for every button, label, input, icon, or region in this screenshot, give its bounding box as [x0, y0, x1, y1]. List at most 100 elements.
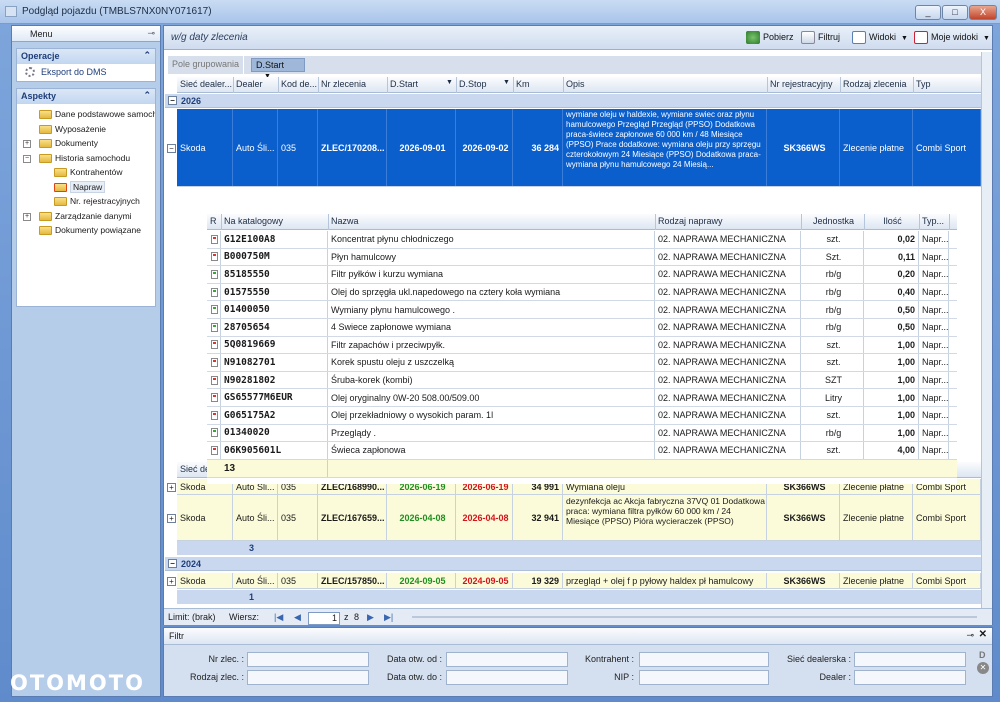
detail-row[interactable]: 01340020 Przeglądy . 02. NAPRAWA MECHANICZ… — [207, 424, 957, 443]
prev-page-button[interactable]: ◀ — [294, 612, 301, 623]
vertical-scrollbar[interactable] — [981, 52, 992, 608]
data-do-input[interactable] — [446, 670, 568, 685]
tree-node[interactable]: + Dokumenty — [19, 137, 155, 152]
column-separator — [233, 77, 234, 93]
detail-row[interactable]: 85185550 Filtr pyłków i kurzu wymiana 02. … — [207, 266, 957, 284]
tree-node[interactable]: Dokumenty powiązane — [19, 224, 155, 239]
kontrahent-input[interactable] — [639, 652, 769, 667]
order-row[interactable]: − Skoda Auto Śli... 035 ZLEC/170208... 2026-0… — [167, 109, 981, 187]
operacje-header[interactable]: Operacje ⌃ — [17, 49, 155, 64]
group-year: 2024 — [181, 559, 202, 569]
detail-rodzaj-cell: 02. NAPRAWA MECHANICZNA — [655, 266, 801, 283]
detail-row[interactable]: 06K905601L Świeca zapłonowa 02. NAPRAWA ME… — [207, 442, 957, 460]
collapse-icon[interactable]: − — [23, 154, 31, 163]
column-header[interactable]: Nr rejestracyjny — [770, 79, 839, 89]
tree-node[interactable]: Napraw — [19, 180, 155, 196]
order-rodzaj-cell: Zlecenie płatne — [840, 495, 913, 540]
pin-icon[interactable]: ⊸ — [966, 630, 974, 641]
pobierz-button[interactable]: Pobierz — [746, 31, 794, 46]
detail-row[interactable]: 28705654 4 Swiece zapłonowe wymiana 02. NA… — [207, 319, 957, 337]
group-count: 1 — [177, 590, 981, 604]
next-page-button[interactable]: ▶ — [367, 612, 374, 623]
detail-row[interactable]: G12E100A8 Koncentrat płynu chłodniczego 02… — [207, 231, 957, 249]
expand-icon[interactable]: + — [167, 513, 176, 523]
detail-row[interactable]: G065175A2 Olej przekładniowy o wysokich p… — [207, 407, 957, 425]
column-header[interactable]: Opis — [566, 79, 766, 89]
siec-input[interactable] — [854, 652, 966, 667]
detail-r-cell — [207, 319, 221, 336]
group-row[interactable]: −2024 — [165, 557, 981, 571]
detail-row[interactable]: 01400050 Wymiany płynu hamulcowego . 02. N… — [207, 301, 957, 319]
nip-input[interactable] — [639, 670, 769, 685]
minimize-button[interactable]: _ — [915, 5, 941, 20]
maximize-button[interactable]: □ — [942, 5, 968, 20]
column-header[interactable]: Nr zlecenia — [321, 79, 386, 89]
group-row[interactable]: −2026 — [165, 94, 981, 108]
tree-node-label: Zarządzanie danymi — [55, 210, 132, 221]
column-header[interactable]: Sieć dealer... — [180, 79, 232, 89]
detail-typ-cell: Napr... — [919, 301, 949, 318]
expand-icon[interactable]: + — [167, 482, 176, 492]
expand-icon[interactable]: + — [167, 576, 176, 586]
column-header[interactable]: Km — [516, 79, 562, 89]
dealer-input[interactable] — [854, 670, 966, 685]
expand-icon[interactable]: + — [23, 212, 31, 221]
tree-node[interactable]: Nr. rejestracyjnych — [19, 195, 155, 210]
tree-node[interactable]: Wyposażenie — [19, 123, 155, 138]
order-row[interactable]: + Skoda Auto Śli... 035 ZLEC/167659... 2026-0… — [167, 495, 981, 541]
detail-column-header[interactable]: Typ... — [922, 216, 948, 226]
detail-column-header[interactable]: R — [210, 216, 220, 226]
order-kod-cell: 035 — [278, 495, 318, 540]
collapse-icon[interactable]: ⌃ — [143, 50, 151, 61]
order-row[interactable]: + Skoda Auto Śli... 035 ZLEC/157850... 2024-0… — [167, 573, 981, 589]
collapse-icon[interactable]: − — [168, 559, 177, 568]
order-stop-cell: 2026-09-02 — [456, 109, 513, 186]
detail-row[interactable]: N90281802 Śruba-korek (kombi) 02. NAPRAWA … — [207, 371, 957, 390]
tree-node[interactable]: Dane podstawowe samochodu — [19, 108, 155, 123]
document-icon — [211, 322, 218, 332]
clear-filter-icon[interactable]: D — [979, 650, 986, 660]
last-page-button[interactable]: ▶| — [384, 612, 393, 623]
column-header[interactable]: Typ — [916, 79, 980, 89]
detail-row[interactable]: GS65577M6EUR Olej oryginalny 0W-20 508.00… — [207, 389, 957, 407]
column-header[interactable]: Dealer — [236, 79, 277, 89]
detail-row[interactable]: 01575550 Olej do sprzęgła ukl.napedowego … — [207, 283, 957, 302]
detail-column-header[interactable]: Rodzaj naprawy — [658, 216, 800, 226]
close-button[interactable]: X — [969, 5, 997, 20]
nr-zlec-input[interactable] — [247, 652, 369, 667]
aspekty-header[interactable]: Aspekty ⌃ — [17, 89, 155, 104]
pin-icon[interactable]: ⊸ — [147, 28, 155, 39]
data-od-input[interactable] — [446, 652, 568, 667]
close-filter-icon[interactable]: ✕ — [977, 662, 989, 674]
detail-typ-cell: Napr... — [919, 442, 949, 459]
title-bar: Podgląd pojazdu (TMBLS7NX0NY071617) _ □ … — [0, 0, 1000, 24]
widoki-dropdown[interactable]: Widoki ▼ — [852, 31, 908, 46]
collapse-icon[interactable]: − — [167, 143, 176, 153]
horizontal-scrollbar[interactable] — [412, 616, 977, 618]
expand-icon[interactable]: + — [23, 140, 31, 148]
tree-node[interactable]: − Historia samochodu — [19, 152, 155, 167]
tree-node[interactable]: + Zarządzanie danymi — [19, 210, 155, 225]
moje-widoki-dropdown[interactable]: Moje widoki ▼ — [914, 31, 990, 46]
order-rej-cell: SK366WS — [767, 495, 840, 540]
column-header[interactable]: Rodzaj zlecenia — [843, 79, 912, 89]
detail-row[interactable]: B000750M Płyn hamulcowy 02. NAPRAWA MECHAN… — [207, 248, 957, 267]
detail-row[interactable]: 5Q0819669 Filtr zapachów i przeciwpyłk. 02… — [207, 336, 957, 355]
column-header[interactable]: Kod de... — [281, 79, 317, 89]
tree-node-label: Nr. rejestracyjnych — [70, 196, 140, 206]
page-input[interactable]: 1 — [308, 612, 340, 625]
detail-row[interactable]: N91082701 Korek spustu oleju z uszczelką 0… — [207, 354, 957, 372]
collapse-icon[interactable]: − — [168, 96, 177, 105]
detail-column-header[interactable]: Na katalogowy — [224, 216, 327, 226]
tree-node[interactable]: Kontrahentów — [19, 166, 155, 181]
collapse-icon[interactable]: ⌃ — [143, 90, 151, 101]
detail-column-header[interactable]: Nazwa — [331, 216, 654, 226]
first-page-button[interactable]: |◀ — [274, 612, 283, 623]
export-dms-item[interactable]: Eksport do DMS — [17, 64, 155, 81]
close-icon[interactable]: ✕ — [979, 629, 987, 640]
detail-column-header[interactable]: Ilość — [867, 216, 918, 226]
detail-column-header[interactable]: Jednostka — [804, 216, 863, 226]
group-chip-dstart[interactable]: D.Start ▼ — [251, 58, 305, 80]
rodzaj-zlec-input[interactable] — [247, 670, 369, 685]
filtruj-button[interactable]: Filtruj — [801, 31, 840, 46]
